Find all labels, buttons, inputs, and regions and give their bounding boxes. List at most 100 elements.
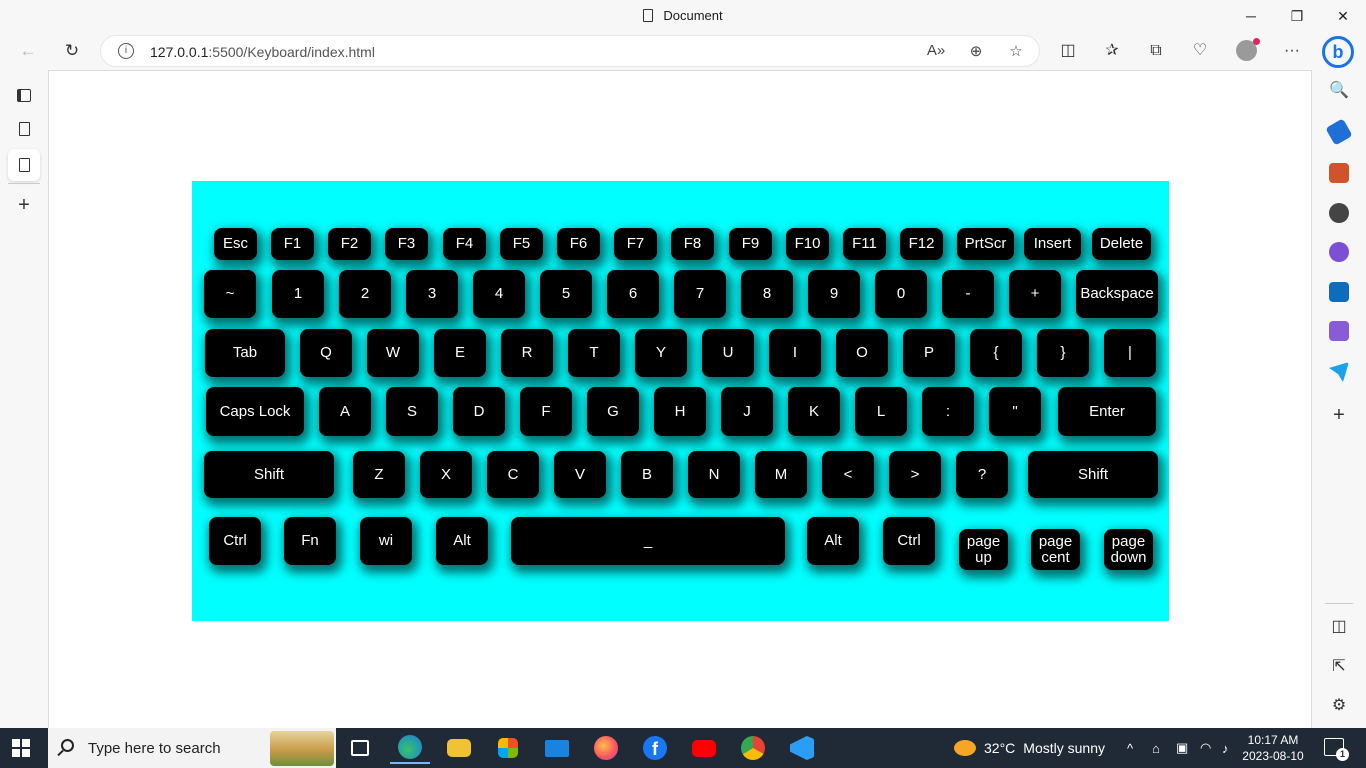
key-ctrl[interactable]: Ctrl <box>209 517 261 565</box>
key-r[interactable]: R <box>501 329 553 377</box>
key-page-down[interactable]: page down <box>1104 529 1153 570</box>
send-icon[interactable] <box>1329 362 1349 382</box>
key-caps-lock[interactable]: Caps Lock <box>206 387 304 436</box>
key-b[interactable]: B <box>621 451 673 498</box>
key-q[interactable]: Q <box>300 329 352 377</box>
key-o[interactable]: O <box>836 329 888 377</box>
key-h[interactable]: H <box>654 387 706 436</box>
minimize-button[interactable]: ─ <box>1228 0 1274 32</box>
new-tab-button[interactable]: + <box>8 189 40 221</box>
key-page-up[interactable]: page up <box>959 529 1008 570</box>
key-k[interactable]: K <box>788 387 840 436</box>
network-icon[interactable]: ◠ <box>1200 728 1211 768</box>
key-m[interactable]: M <box>755 451 807 498</box>
key-wi[interactable]: wi <box>360 517 412 565</box>
key-u[interactable]: U <box>702 329 754 377</box>
split-screen-icon[interactable]: ◫ <box>1054 39 1082 63</box>
key-enter[interactable]: Enter <box>1058 387 1156 436</box>
key-fn[interactable]: Fn <box>284 517 336 565</box>
key-8[interactable]: 8 <box>741 270 793 318</box>
key-4[interactable]: 4 <box>473 270 525 318</box>
key-f5[interactable]: F5 <box>500 228 543 260</box>
display-icon[interactable]: ▣ <box>1176 728 1188 768</box>
key-p[interactable]: P <box>903 329 955 377</box>
key-delete[interactable]: Delete <box>1092 228 1151 260</box>
key-5[interactable]: 5 <box>540 270 592 318</box>
meet-now-icon[interactable]: ⌂ <box>1152 728 1160 768</box>
key-backspace[interactable]: Backspace <box>1076 270 1158 318</box>
notification-center-icon[interactable]: 1 <box>1324 738 1349 761</box>
key-symbol-3-10[interactable]: : <box>922 387 974 436</box>
more-menu-icon[interactable]: ··· <box>1278 39 1306 63</box>
mail-icon[interactable] <box>537 732 577 764</box>
tab-document-1[interactable] <box>8 113 40 145</box>
key-g[interactable]: G <box>587 387 639 436</box>
key-ctrl[interactable]: Ctrl <box>883 517 935 565</box>
key-v[interactable]: V <box>554 451 606 498</box>
task-view-icon[interactable] <box>340 732 380 764</box>
key-f2[interactable]: F2 <box>328 228 371 260</box>
key-f4[interactable]: F4 <box>443 228 486 260</box>
address-bar[interactable]: i 127.0.0.1:5500/Keyboard/index.html A» … <box>100 35 1040 67</box>
site-info-icon[interactable]: i <box>118 43 134 59</box>
maximize-button[interactable]: ❐ <box>1274 0 1320 32</box>
settings-gear-icon[interactable]: ⚙ <box>1327 695 1351 717</box>
bing-copilot-icon[interactable]: b <box>1322 36 1354 68</box>
search-icon[interactable]: 🔍 <box>1327 80 1351 102</box>
favorite-star-icon[interactable]: ☆ <box>1005 42 1027 62</box>
performance-icon[interactable]: ♡ <box>1186 39 1214 63</box>
back-button[interactable]: ← <box>12 36 44 66</box>
volume-icon[interactable]: ♪ <box>1222 728 1229 768</box>
key-x[interactable]: X <box>420 451 472 498</box>
key-f12[interactable]: F12 <box>900 228 943 260</box>
read-aloud-icon[interactable]: A» <box>925 42 947 62</box>
key-symbol-1-0[interactable]: ~ <box>204 270 256 318</box>
key-symbol-4-8[interactable]: < <box>822 451 874 498</box>
key-t[interactable]: T <box>568 329 620 377</box>
key-alt[interactable]: Alt <box>807 517 859 565</box>
favorites-icon[interactable]: ✰ <box>1098 39 1126 63</box>
open-external-icon[interactable]: ⇱ <box>1327 656 1351 678</box>
outlook-icon[interactable] <box>1329 282 1349 302</box>
tray-overflow-chevron[interactable]: ^ <box>1127 728 1133 768</box>
key-f[interactable]: F <box>520 387 572 436</box>
key-f6[interactable]: F6 <box>557 228 600 260</box>
key-j[interactable]: J <box>721 387 773 436</box>
key-a[interactable]: A <box>319 387 371 436</box>
shopping-icon[interactable] <box>1325 118 1353 146</box>
taskbar-search-box[interactable]: Type here to search <box>48 728 336 768</box>
firefox-icon[interactable] <box>586 732 626 764</box>
key-shift[interactable]: Shift <box>204 451 334 498</box>
store-icon[interactable] <box>488 732 528 764</box>
key-symbol-3-11[interactable]: " <box>989 387 1041 436</box>
key-i[interactable]: I <box>769 329 821 377</box>
key-symbol-2-11[interactable]: { <box>970 329 1022 377</box>
key-3[interactable]: 3 <box>406 270 458 318</box>
chrome-icon[interactable] <box>733 732 773 764</box>
microsoft-365-icon[interactable] <box>1329 242 1349 262</box>
key-1[interactable]: 1 <box>272 270 324 318</box>
key-l[interactable]: L <box>855 387 907 436</box>
key-shift[interactable]: Shift <box>1028 451 1158 498</box>
key-esc[interactable]: Esc <box>214 228 257 260</box>
key-z[interactable]: Z <box>353 451 405 498</box>
file-explorer-icon[interactable] <box>439 732 479 764</box>
key-y[interactable]: Y <box>635 329 687 377</box>
add-sidebar-app-icon[interactable]: + <box>1327 404 1351 426</box>
key-9[interactable]: 9 <box>808 270 860 318</box>
system-clock[interactable]: 10:17 AM 2023-08-10 <box>1240 732 1306 764</box>
key-6[interactable]: 6 <box>607 270 659 318</box>
key-e[interactable]: E <box>434 329 486 377</box>
key-symbol-5-4[interactable]: _ <box>511 517 785 565</box>
key-w[interactable]: W <box>367 329 419 377</box>
weather-widget[interactable]: 32°C Mostly sunny <box>954 728 1105 768</box>
key-page-cent[interactable]: page cent <box>1031 529 1080 570</box>
edge-icon[interactable] <box>390 732 430 764</box>
profile-avatar[interactable] <box>1236 38 1260 61</box>
key-2[interactable]: 2 <box>339 270 391 318</box>
key-symbol-4-9[interactable]: > <box>889 451 941 498</box>
close-button[interactable]: ✕ <box>1320 0 1366 32</box>
collections-icon[interactable]: ⧉ <box>1142 39 1170 63</box>
url-text[interactable]: 127.0.0.1:5500/Keyboard/index.html <box>150 44 375 60</box>
key-s[interactable]: S <box>386 387 438 436</box>
